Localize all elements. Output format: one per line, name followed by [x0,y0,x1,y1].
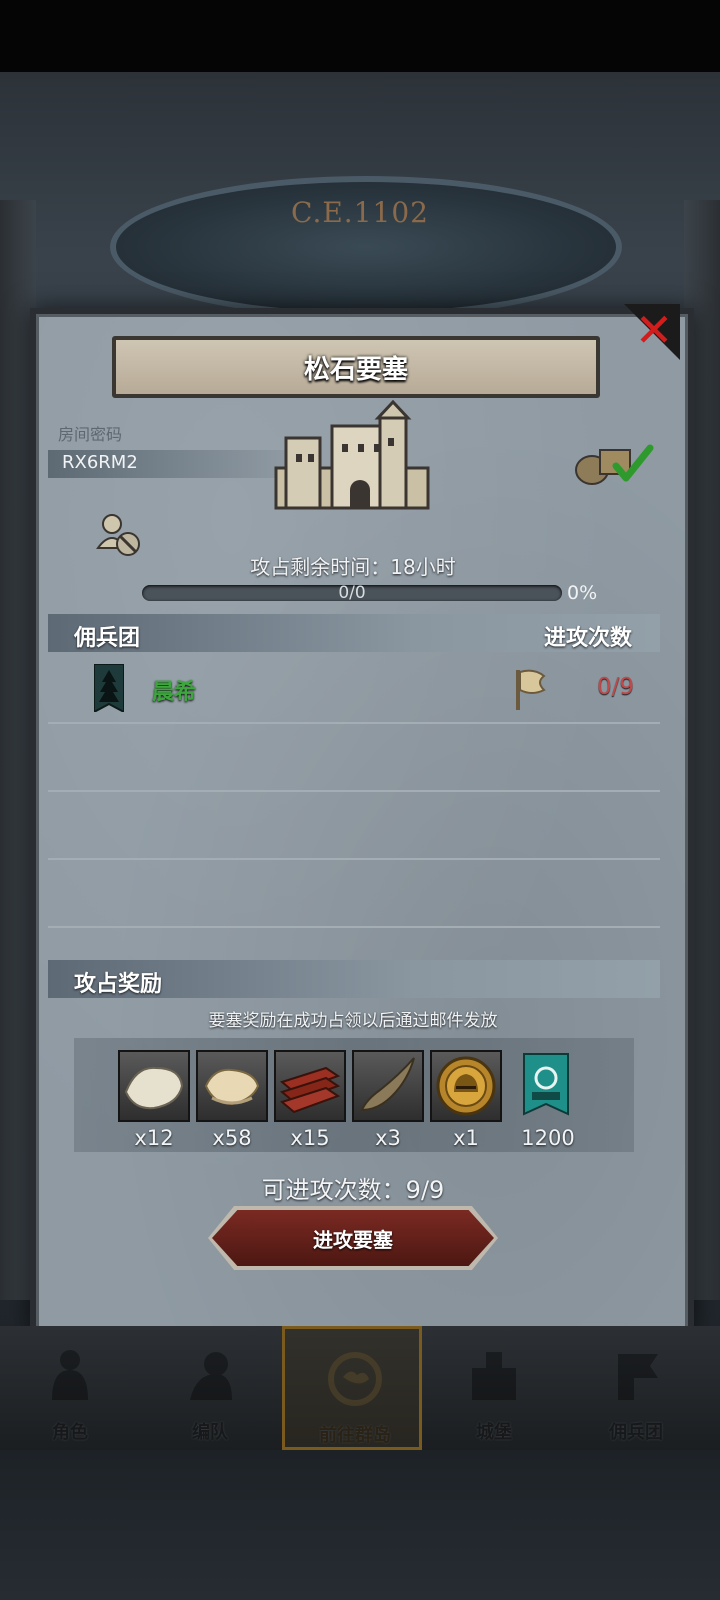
formation-icon [190,1352,232,1400]
dialog-title: 松石要塞 [303,354,408,385]
empty-row-divider [48,790,660,792]
mercenary-icon [618,1354,658,1400]
mercenary-row: 晨希 0/9 [48,658,660,724]
nav-item-islands[interactable]: 前往群岛 [282,1326,422,1450]
mercenary-header-label: 佣兵团 [74,626,141,651]
nav-label: 角色 [52,1422,88,1443]
pine-banner-icon [94,664,124,712]
title-plaque: 松石要塞 [112,336,600,398]
reward-slot [118,1050,190,1122]
room-password-label: 房间密码 [58,425,123,444]
attack-count-header-label: 进攻次数 [543,626,632,651]
reward-note: 要塞奖励在成功占领以后通过邮件发放 [208,1011,498,1031]
reward-slot [430,1050,502,1122]
reward-slot [274,1050,346,1122]
nav-item-character[interactable]: 角色 [0,1326,140,1450]
reward-item[interactable]: x58 [196,1050,268,1154]
status-bar [0,0,720,72]
hide-icon [204,1068,260,1106]
reward-item[interactable]: x15 [274,1050,346,1154]
reward-item[interactable]: 1200 [512,1050,584,1154]
era-text: C.E.1102 [291,196,429,229]
reward-count: x12 [134,1126,174,1150]
attacks-remaining: 可进攻次数：9/9 [261,1176,445,1204]
nav-item-castle[interactable]: 城堡 [424,1326,564,1450]
reward-count: x1 [453,1126,479,1150]
reward-count: x3 [375,1126,401,1150]
resource-bags-checked-icon [575,444,654,485]
occupy-progress-percent: 0% [567,582,598,604]
empty-row-divider [48,858,660,860]
reward-item[interactable]: x1 [430,1050,502,1154]
fur-icon [124,1066,184,1110]
bottom-area [0,1450,720,1600]
castle-icon [472,1352,516,1400]
wood-planks-icon [279,1066,341,1114]
nav-label: 城堡 [476,1422,512,1443]
reward-count: x15 [290,1126,330,1150]
nav-label: 前往群岛 [319,1425,391,1446]
nav-item-mercenary[interactable]: 佣兵团 [566,1326,706,1450]
fortress-castle-icon [274,399,430,510]
character-icon [52,1350,88,1400]
knight-helmet-coin-icon [436,1056,496,1116]
nav-item-formation[interactable]: 编队 [140,1326,280,1450]
reward-slot [196,1050,268,1122]
room-password-value: RX6RM2 [62,452,138,473]
flag-icon [516,669,546,710]
nav-label: 佣兵团 [609,1422,663,1443]
reward-item[interactable]: x3 [352,1050,424,1154]
horn-icon [360,1057,415,1112]
reward-slot [352,1050,424,1122]
reward-count: x58 [212,1126,252,1150]
reward-header-label: 攻占奖励 [74,972,163,997]
castle-banner-icon [523,1053,569,1116]
close-x-icon[interactable]: ✕ [630,306,678,354]
empty-row-divider [48,926,660,928]
mercenary-name: 晨希 [152,680,197,705]
attack-fortress-button[interactable]: 进攻要塞 [212,1210,494,1266]
occupy-progress-count: 0/0 [338,583,366,603]
occupy-time-remaining: 攻占剩余时间：18小时 [250,555,456,579]
nav-label: 编队 [192,1422,228,1443]
islands-icon [328,1352,382,1406]
reward-item[interactable]: x12 [118,1050,190,1154]
attack-button-label: 进攻要塞 [313,1227,393,1252]
mercenary-attack-count: 0/9 [596,674,634,700]
reward-count: 1200 [521,1126,575,1150]
